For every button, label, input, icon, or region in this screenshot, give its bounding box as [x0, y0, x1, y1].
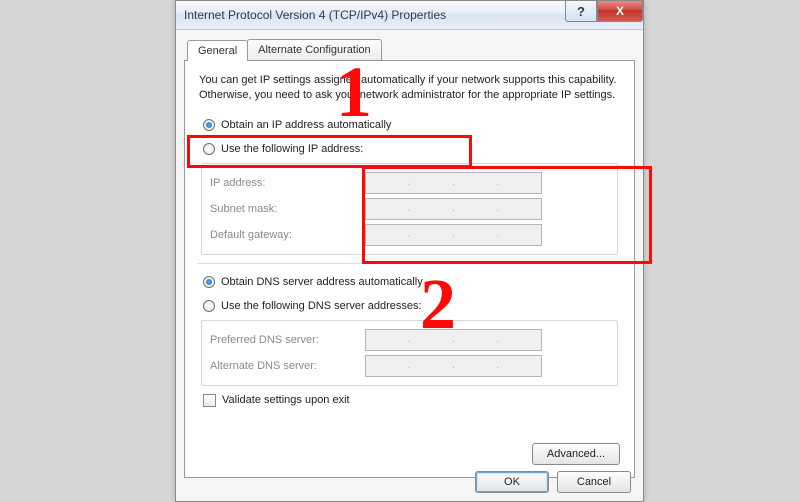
radio-row-ip-manual[interactable]: Use the following IP address:: [203, 139, 620, 159]
radio-row-dns-auto[interactable]: Obtain DNS server address automatically: [203, 272, 620, 292]
preferred-dns-label: Preferred DNS server:: [210, 334, 365, 346]
ip-fields: IP address: ... Subnet mask: ... Default…: [201, 163, 618, 255]
ip-group: Obtain an IP address automatically Use t…: [199, 115, 620, 255]
window-title: Internet Protocol Version 4 (TCP/IPv4) P…: [184, 8, 446, 22]
preferred-dns-input[interactable]: ...: [365, 329, 542, 351]
titlebar: Internet Protocol Version 4 (TCP/IPv4) P…: [176, 1, 643, 30]
cancel-button[interactable]: Cancel: [557, 471, 631, 493]
alternate-dns-label: Alternate DNS server:: [210, 360, 365, 372]
ip-address-input[interactable]: ...: [365, 172, 542, 194]
validate-checkbox[interactable]: [203, 394, 216, 407]
default-gateway-label: Default gateway:: [210, 229, 365, 241]
radio-dns-manual[interactable]: [203, 300, 215, 312]
tab-alternate-configuration[interactable]: Alternate Configuration: [247, 39, 382, 60]
tab-general[interactable]: General: [187, 40, 248, 61]
dns-group: Obtain DNS server address automatically …: [199, 272, 620, 386]
validate-label: Validate settings upon exit: [222, 394, 350, 406]
radio-ip-auto[interactable]: [203, 119, 215, 131]
advanced-button[interactable]: Advanced...: [532, 443, 620, 465]
ipv4-properties-dialog: Internet Protocol Version 4 (TCP/IPv4) P…: [175, 0, 644, 502]
radio-dns-auto-label: Obtain DNS server address automatically: [221, 276, 423, 288]
subnet-mask-label: Subnet mask:: [210, 203, 365, 215]
subnet-mask-input[interactable]: ...: [365, 198, 542, 220]
radio-dns-manual-label: Use the following DNS server addresses:: [221, 300, 422, 312]
window-buttons: ? X: [565, 1, 643, 22]
dialog-footer: OK Cancel: [475, 471, 631, 493]
default-gateway-input[interactable]: ...: [365, 224, 542, 246]
radio-dns-auto[interactable]: [203, 276, 215, 288]
help-button[interactable]: ?: [565, 1, 597, 22]
radio-row-dns-manual[interactable]: Use the following DNS server addresses:: [203, 296, 620, 316]
dns-fields: Preferred DNS server: ... Alternate DNS …: [201, 320, 618, 386]
alternate-dns-input[interactable]: ...: [365, 355, 542, 377]
intro-text: You can get IP settings assigned automat…: [199, 73, 620, 103]
general-panel: You can get IP settings assigned automat…: [184, 60, 635, 478]
ok-button[interactable]: OK: [475, 471, 549, 493]
radio-ip-manual-label: Use the following IP address:: [221, 143, 363, 155]
radio-row-ip-auto[interactable]: Obtain an IP address automatically: [203, 115, 620, 135]
radio-ip-auto-label: Obtain an IP address automatically: [221, 119, 391, 131]
advanced-area: Advanced...: [532, 443, 620, 465]
validate-row[interactable]: Validate settings upon exit: [203, 394, 620, 407]
radio-ip-manual[interactable]: [203, 143, 215, 155]
separator: [197, 263, 622, 264]
ip-address-label: IP address:: [210, 177, 365, 189]
close-button[interactable]: X: [597, 1, 643, 22]
tab-strip: General Alternate Configuration: [184, 39, 635, 60]
